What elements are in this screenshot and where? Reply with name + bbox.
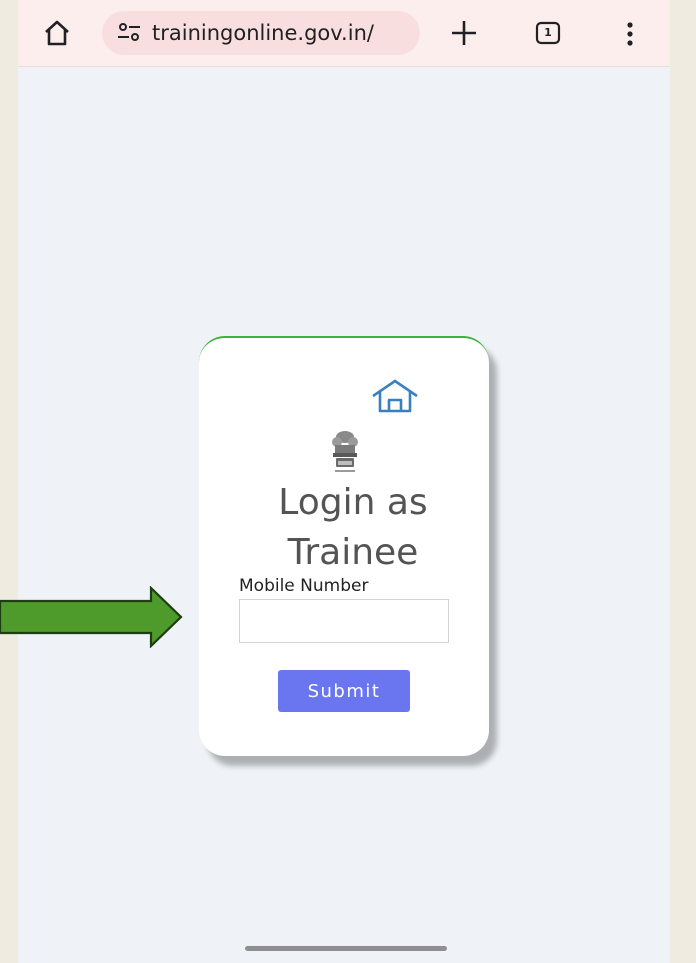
browser-menu-button[interactable] (618, 20, 642, 48)
gesture-navigation-bar[interactable] (245, 946, 447, 951)
tab-switcher-button[interactable]: 1 (535, 21, 561, 45)
more-vertical-icon (627, 22, 633, 46)
browser-home-button[interactable] (42, 18, 72, 48)
national-emblem-logo (325, 430, 365, 476)
page-title: Login as Trainee (278, 482, 428, 573)
plus-icon (452, 21, 476, 45)
mobile-number-input[interactable] (239, 599, 449, 643)
home-link[interactable] (369, 378, 421, 414)
home-icon (372, 379, 418, 413)
new-tab-button[interactable] (450, 19, 478, 47)
submit-button[interactable]: Submit (278, 670, 410, 712)
phone-screen: trainingonline.gov.in/ 1 Login as Traine… (18, 0, 670, 963)
site-settings-icon[interactable] (116, 21, 142, 45)
tab-count: 1 (544, 26, 552, 39)
address-bar[interactable]: trainingonline.gov.in/ (102, 11, 420, 55)
login-card: Login as Trainee Mobile Number Submit (199, 336, 489, 756)
url-text[interactable]: trainingonline.gov.in/ (152, 11, 374, 55)
mobile-number-label: Mobile Number (239, 576, 369, 596)
browser-toolbar: trainingonline.gov.in/ 1 (18, 0, 670, 67)
home-icon (45, 20, 69, 46)
annotation-arrow-icon (0, 586, 183, 648)
